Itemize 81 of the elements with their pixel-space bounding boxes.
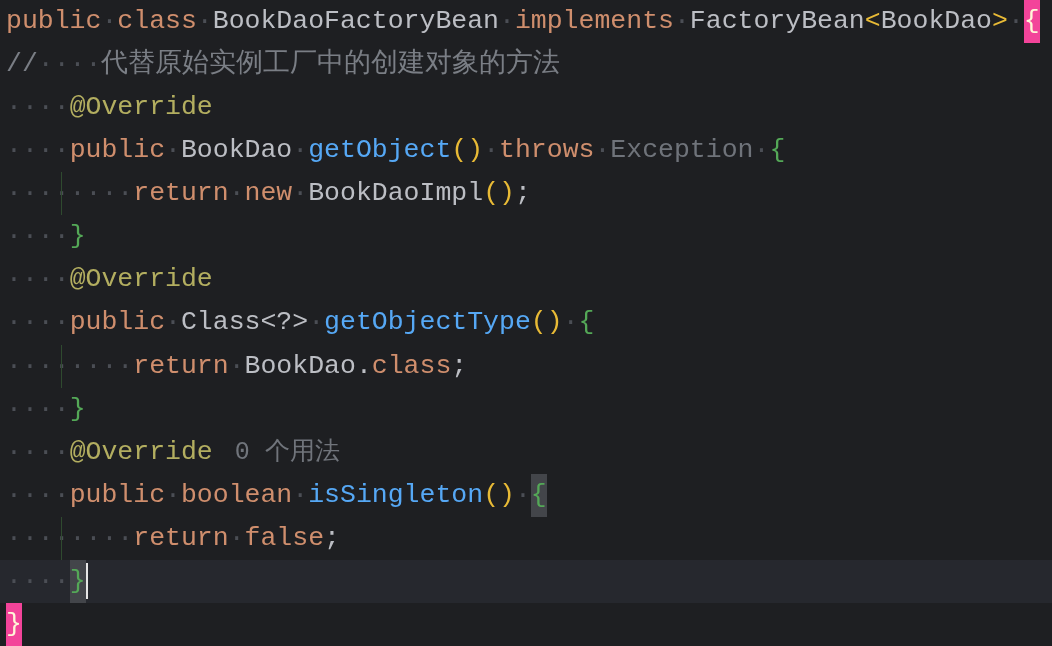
whitespace-marker: ········ [6,349,134,383]
annotation-text: @Override [69,263,213,297]
whitespace-marker: · [196,5,213,38]
whitespace-marker: ···· [6,435,70,469]
identifier-text: Class<?> [180,306,309,340]
keyword-text: implements [514,5,674,38]
whitespace-marker: ···· [6,134,70,168]
type-name: Exception [610,134,754,168]
whitespace-marker: · [228,521,245,555]
keyword-text: public [69,134,166,168]
whitespace-marker: ········ [6,177,134,211]
whitespace-marker: · [228,177,245,211]
keyword-text: public [6,5,102,38]
keyword-text: return [133,177,229,211]
identifier-text: ; [514,177,531,211]
keyword-text: return [133,349,229,383]
whitespace-marker: · [228,349,245,383]
identifier-text: BookDaoImpl [308,177,484,211]
comment-text: // [6,48,38,82]
keyword-text: throws [499,134,595,168]
whitespace-marker: · [165,134,181,168]
whitespace-marker: · [753,134,770,168]
method-name: getObjectType [324,306,531,340]
bracket-text: > [992,5,1008,38]
bracket-text: () [483,177,515,211]
whitespace-marker: · [514,478,531,512]
identifier-text: ; [451,349,468,383]
keyword-text: false [244,521,325,555]
whitespace-marker: · [292,478,309,512]
whitespace-marker: · [165,478,181,512]
whitespace-marker: ···· [6,306,70,340]
identifier-text: FactoryBean [689,5,865,38]
brace-text: } [6,602,22,646]
whitespace-marker: · [292,134,309,168]
whitespace-marker: · [308,306,325,340]
whitespace-marker: · [101,5,118,38]
whitespace-marker: · [499,5,515,38]
bracket-text: < [864,5,881,38]
whitespace-marker: ···· [6,220,70,254]
whitespace-marker: · [165,306,181,340]
whitespace-marker: · [483,134,500,168]
whitespace-marker: · [594,134,611,168]
identifier-text: BookDao [180,134,293,168]
whitespace-marker: ···· [6,392,70,426]
brace-text: { [769,134,786,168]
whitespace-marker: · [1007,5,1024,38]
brace-text: { [578,306,595,340]
whitespace-marker: ···· [6,478,70,512]
identifier-text: BookDao. [244,349,372,383]
whitespace-marker: ···· [6,91,70,125]
brace-text: } [69,392,86,426]
bracket-text: () [483,478,515,512]
whitespace-marker: · [562,306,579,340]
keyword-text: class [371,349,452,383]
keyword-text: boolean [180,478,293,512]
whitespace-marker: · [292,177,309,211]
keyword-text: new [244,177,293,211]
whitespace-marker: · [673,5,690,38]
method-name: isSingleton [308,478,484,512]
annotation-text: @Override [69,435,213,469]
bracket-text: () [451,134,484,168]
identifier-text: BookDaoFactoryBean [212,5,499,38]
keyword-text: public [69,306,166,340]
keyword-text: public [69,478,166,512]
annotation-text: @Override [69,91,213,125]
usage-hint: 0 个用法 [234,436,340,469]
bracket-text: () [530,306,563,340]
method-name: getObject [308,134,452,168]
whitespace-marker: ···· [6,263,70,297]
whitespace-marker: ···· [37,48,102,82]
keyword-text: class [117,5,197,38]
identifier-text: ; [324,521,340,555]
brace-text: { [530,473,547,517]
brace-text: } [69,220,86,254]
keyword-text: return [133,521,229,555]
whitespace-marker: ···· [6,564,70,598]
comment-text: 代替原始实例工厂中的创建对象的方法 [101,47,561,82]
brace-text: { [1023,0,1040,44]
identifier-text: BookDao [880,5,992,38]
brace-text: } [69,559,86,603]
whitespace-marker: ········ [6,521,134,555]
